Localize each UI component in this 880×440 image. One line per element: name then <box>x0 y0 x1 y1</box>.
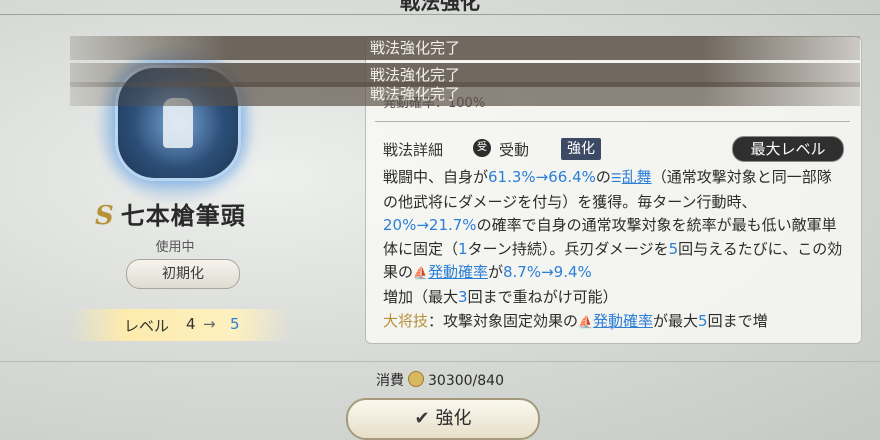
effect-link-trigger-rate[interactable]: 発動確率 <box>428 263 488 281</box>
level-band <box>70 309 290 341</box>
desc-value: 20%→21.7% <box>383 216 477 235</box>
page-title: 戦法強化 <box>400 0 480 14</box>
desc-text: が <box>487 263 503 282</box>
desc-value: 61.3%→66.4% <box>488 168 596 186</box>
skill-description: 戦闘中、自身が61.3%→66.4%の☰乱舞（通常攻撃対象と同一部隊の他武将にダ… <box>383 166 843 334</box>
enhance-button[interactable]: ✔ 強化 <box>346 398 540 440</box>
level-next: 5 <box>230 315 240 333</box>
desc-text: 回まで増 <box>707 311 768 330</box>
max-level-button[interactable]: 最大レベル <box>732 136 844 162</box>
effect-link-trigger-rate[interactable]: 発動確率 <box>593 312 653 330</box>
boat-icon: ⛵ <box>413 266 428 281</box>
skill-name: S 七本槍筆頭 <box>95 196 246 231</box>
detail-title: 戦法詳細 <box>383 141 444 159</box>
top-divider <box>0 14 880 15</box>
toast-banner: 戦法強化完了 <box>70 36 860 60</box>
enhance-label: 強化 <box>435 408 472 429</box>
desc-text: 増加（最大 <box>383 287 459 306</box>
desc-value: 5 <box>698 311 708 330</box>
desc-text: の <box>595 168 611 186</box>
level-arrow-icon: → <box>203 315 216 333</box>
passive-label: 受動 <box>499 141 530 159</box>
desc-text: 回まで重ねがけ可能） <box>467 287 618 306</box>
toast-banner: 戦法強化完了 <box>70 82 860 106</box>
bottom-divider <box>0 361 880 362</box>
desc-text: ：攻撃対象固定効果の <box>428 311 579 330</box>
level-current: 4 <box>186 315 196 333</box>
in-use-status: 使用中 <box>155 240 195 255</box>
skill-name-text: 七本槍筆頭 <box>120 201 246 230</box>
desc-value: 8.7%→9.4% <box>503 263 592 282</box>
passive-icon: 受 <box>473 139 491 157</box>
scroll-down-chevron-icon[interactable]: ⌄ <box>606 318 618 334</box>
desc-value: 1 <box>458 239 468 258</box>
general-skill-label: 大将技 <box>383 311 429 330</box>
coin-icon <box>408 371 424 387</box>
desc-text: ターン持続）。兵刃ダメージを <box>467 239 669 258</box>
desc-text: が最大 <box>653 311 699 330</box>
effect-link-dance[interactable]: 乱舞 <box>622 168 652 186</box>
strength-tag: 強化 <box>561 138 601 160</box>
cost-row: 消費 30300/840 <box>0 370 880 390</box>
cost-label: 消費 <box>376 373 404 389</box>
desc-value: 5 <box>668 239 679 258</box>
check-icon: ✔ <box>414 408 430 429</box>
desc-text: 戦闘中、自身が <box>383 168 489 186</box>
cost-value: 30300/840 <box>428 373 504 389</box>
panel-divider <box>375 121 850 122</box>
boat-icon: ⛵ <box>578 314 593 329</box>
desc-value: 3 <box>458 287 468 306</box>
dance-icon: ☰ <box>610 171 622 185</box>
grade-badge: S <box>95 201 115 231</box>
level-label: レベル <box>124 317 170 335</box>
reset-button[interactable]: 初期化 <box>126 259 240 289</box>
